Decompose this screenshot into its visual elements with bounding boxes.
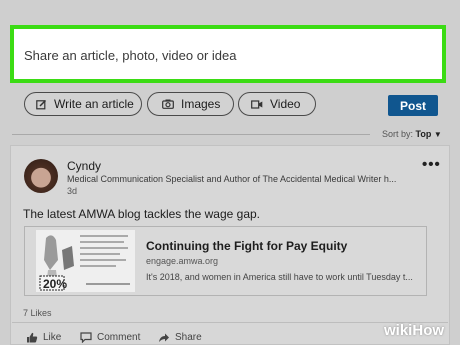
- feed-divider: [12, 134, 370, 135]
- images-button[interactable]: Images: [147, 92, 234, 116]
- watermark-wiki: wiki: [384, 322, 413, 339]
- share-button[interactable]: Share: [158, 332, 202, 343]
- more-icon[interactable]: •••: [422, 156, 441, 173]
- video-camera-icon: [251, 99, 263, 109]
- link-description: It's 2018, and women in America still ha…: [146, 272, 413, 282]
- share-input-placeholder[interactable]: Share an article, photo, video or idea: [24, 48, 236, 63]
- like-button[interactable]: Like: [26, 332, 61, 343]
- wikihow-watermark: wikiHow: [384, 322, 444, 339]
- images-label: Images: [181, 97, 221, 111]
- post-author-name[interactable]: Cyndy: [67, 159, 101, 173]
- post-author-title: Medical Communication Specialist and Aut…: [67, 174, 397, 184]
- comment-label: Comment: [97, 332, 141, 343]
- thumbs-up-icon: [27, 332, 38, 343]
- share-composer[interactable]: Share an article, photo, video or idea: [10, 25, 446, 83]
- write-article-button[interactable]: Write an article: [24, 92, 142, 116]
- link-thumbnail: 20%: [36, 230, 135, 292]
- write-article-label: Write an article: [54, 97, 134, 111]
- edit-icon: [36, 99, 47, 109]
- svg-text:20%: 20%: [43, 277, 67, 291]
- like-label: Like: [43, 332, 62, 343]
- comment-button[interactable]: Comment: [80, 332, 140, 343]
- sort-control[interactable]: Sort by: Top ▼: [382, 129, 442, 139]
- camera-icon: [162, 99, 174, 109]
- post-text: The latest AMWA blog tackles the wage ga…: [23, 207, 261, 221]
- avatar[interactable]: [24, 159, 58, 193]
- link-url: engage.amwa.org: [146, 256, 219, 266]
- chevron-down-icon: ▼: [433, 130, 442, 139]
- video-button[interactable]: Video: [238, 92, 316, 116]
- share-icon: [159, 333, 169, 342]
- watermark-how: How: [412, 322, 445, 339]
- post-timestamp: 3d: [67, 186, 78, 196]
- likes-count[interactable]: 7 Likes: [23, 308, 52, 318]
- share-label: Share: [175, 332, 202, 343]
- link-title[interactable]: Continuing the Fight for Pay Equity: [146, 239, 347, 253]
- post-button[interactable]: Post: [388, 95, 438, 116]
- sort-value: Top: [415, 129, 432, 139]
- comment-icon: [80, 332, 92, 343]
- sort-label: Sort by:: [382, 129, 414, 139]
- video-label: Video: [270, 97, 301, 111]
- actions-divider: [12, 322, 448, 323]
